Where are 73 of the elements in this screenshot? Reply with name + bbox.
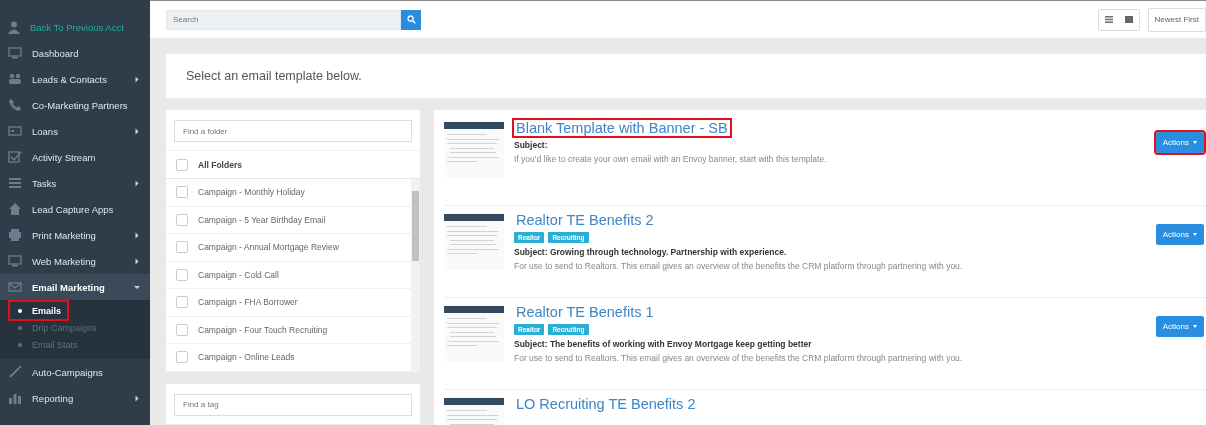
sidebar-item[interactable]: Dashboard	[0, 40, 150, 66]
template-title-link[interactable]: Realtor TE Benefits 1	[514, 304, 656, 320]
subject-text: Subject: The benefits of working with Envoy Mortgage keep getting better	[514, 339, 812, 349]
caret-icon	[135, 395, 139, 401]
folder-label: Campaign - FHA Borrower	[198, 297, 298, 308]
subject-text: Subject: Growing through technology. Partnership with experience.	[514, 247, 787, 257]
folder-label: Campaign - 5 Year Birthday Email	[198, 214, 326, 225]
home-icon	[8, 202, 22, 216]
phone-icon	[8, 98, 22, 112]
sidebar-item[interactable]: Co-Marketing Partners	[0, 92, 150, 118]
checkbox[interactable]	[176, 186, 188, 199]
template-description: For use to send to Realtors. This email gives an overview of the benefits the CRM platform through partnering with you.	[514, 353, 963, 363]
caret-icon	[135, 232, 139, 238]
list-icon	[1104, 16, 1113, 23]
sort-dropdown[interactable]: Newest First	[1147, 7, 1206, 32]
tag-search-field[interactable]: Find a tag	[174, 393, 412, 416]
caret-icon	[134, 285, 140, 289]
folder-label: Campaign - Cold Call	[198, 269, 279, 280]
sidebar-item[interactable]: Web Marketing	[0, 248, 150, 274]
template-title-link[interactable]: Blank Template with Banner - SB	[514, 120, 730, 136]
search-icon	[406, 15, 416, 24]
checkbox[interactable]	[176, 323, 188, 336]
folder-label: Campaign - Online Leads	[198, 352, 295, 363]
back-link[interactable]: Back To Previous Acct	[0, 14, 150, 40]
sidebar-item[interactable]: Leads & Contacts	[0, 66, 150, 92]
scrollbar[interactable]	[411, 179, 420, 372]
monitor-icon	[8, 254, 22, 268]
caret-icon	[1193, 233, 1197, 236]
template-description: If you'd like to create your own email with an Envoy banner, start with this template.	[514, 154, 827, 164]
submenu-item[interactable]: Emails	[10, 302, 68, 319]
sidebar-item[interactable]: Auto-Campaigns	[0, 359, 150, 385]
monitor-icon	[8, 46, 22, 60]
check-icon	[8, 150, 22, 164]
caret-icon	[1193, 141, 1197, 144]
checkbox[interactable]	[176, 296, 188, 309]
sidebar-item[interactable]: Print Marketing	[0, 222, 150, 248]
folder-label: Campaign - Monthly Holiday	[198, 187, 305, 198]
person-icon	[8, 20, 20, 34]
checkbox[interactable]	[176, 268, 188, 281]
sidebar-item[interactable]: Loans	[0, 118, 150, 144]
print-icon	[8, 228, 22, 242]
sidebar-item[interactable]: Activity Stream	[0, 144, 150, 170]
checkbox[interactable]	[176, 213, 188, 226]
template-title-link[interactable]: LO Recruiting TE Benefits 2	[514, 396, 698, 412]
subject-text: Subject:	[514, 140, 548, 150]
caret-icon	[135, 128, 139, 134]
caret-icon	[135, 76, 139, 82]
sidebar-item[interactable]: Email Marketing	[0, 274, 150, 300]
search-button[interactable]	[401, 9, 421, 30]
caret-icon	[135, 258, 139, 264]
card-icon	[8, 124, 22, 138]
sidebar-item[interactable]: Tasks	[0, 170, 150, 196]
folder-label: Campaign - Four Touch Recruiting	[198, 324, 328, 335]
checkbox[interactable]	[176, 241, 188, 254]
grid-icon	[1124, 16, 1133, 23]
list-icon	[8, 176, 22, 190]
sidebar-item[interactable]: Lead Capture Apps	[0, 196, 150, 222]
checkbox[interactable]	[176, 351, 188, 364]
bars-icon	[8, 391, 22, 405]
checkbox[interactable]	[176, 158, 188, 171]
people-icon	[8, 72, 22, 86]
caret-icon	[1193, 325, 1197, 328]
instruction-text: Select an email template below.	[186, 69, 362, 83]
template-title-link[interactable]: Realtor TE Benefits 2	[514, 212, 656, 228]
template-description: For use to send to Realtors. This email gives an overview of the benefits the CRM platform through partnering with you.	[514, 261, 963, 271]
folder-search-field[interactable]: Find a folder	[174, 120, 412, 142]
search-field[interactable]: Search	[166, 9, 401, 30]
envelope-icon	[8, 280, 22, 294]
folder-label: Campaign - Annual Mortgage Review	[198, 242, 339, 253]
folder-label: All Folders	[198, 159, 242, 170]
wand-icon	[8, 365, 22, 379]
caret-icon	[135, 180, 139, 186]
sidebar-item[interactable]: Reporting	[0, 385, 150, 411]
